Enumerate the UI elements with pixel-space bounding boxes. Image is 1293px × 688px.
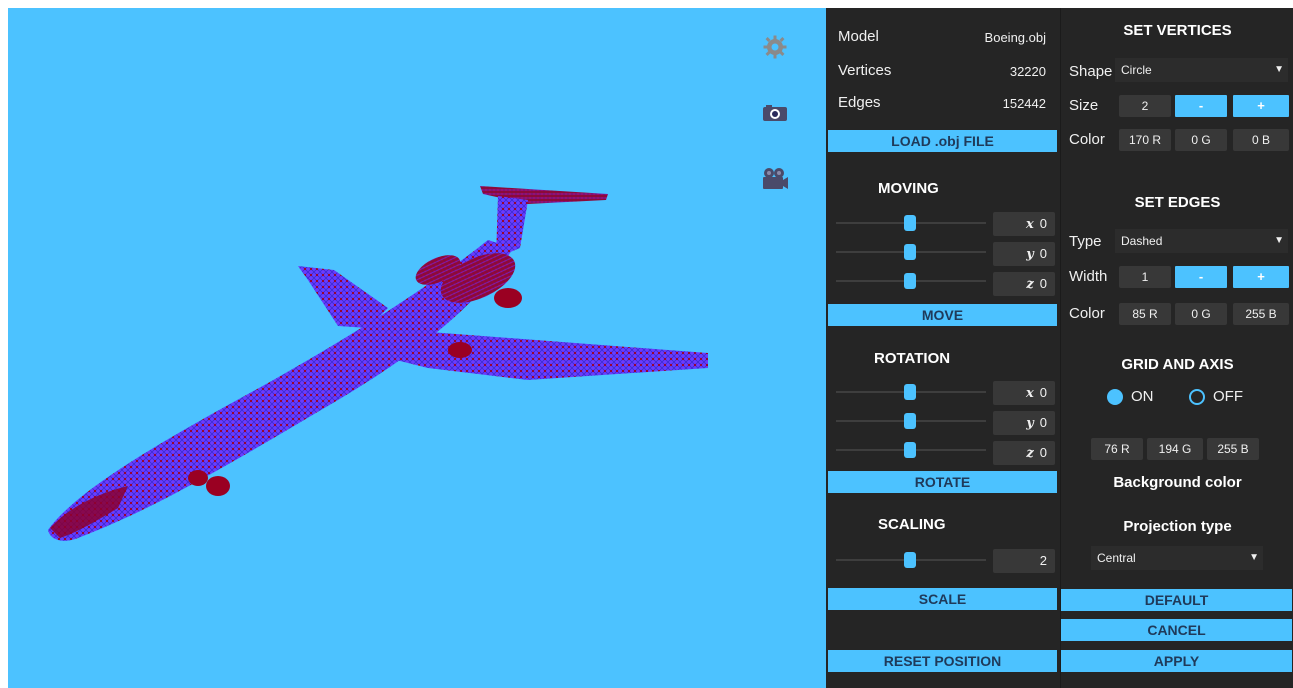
3d-viewport[interactable] <box>8 8 826 688</box>
set-edges-title: SET EDGES <box>1134 194 1221 211</box>
vertex-color-r[interactable]: 170 R <box>1119 129 1171 151</box>
rotate-button[interactable]: ROTATE <box>828 471 1057 493</box>
scaling-title: SCALING <box>878 516 946 533</box>
shape-label: Shape <box>1069 63 1113 80</box>
reset-position-button[interactable]: RESET POSITION <box>828 650 1057 672</box>
edge-color-label: Color <box>1069 305 1105 322</box>
edge-color-b[interactable]: 255 B <box>1233 303 1289 325</box>
size-increase-button[interactable]: + <box>1233 95 1289 117</box>
vertices-label: Vertices <box>838 62 892 79</box>
load-obj-button[interactable]: LOAD .obj FILE <box>828 130 1057 152</box>
scale-field[interactable]: 2 <box>993 549 1055 573</box>
shape-select[interactable]: Circle ▼ <box>1115 58 1288 82</box>
screenshot-button[interactable] <box>758 96 792 130</box>
move-x-slider[interactable] <box>836 215 986 231</box>
rotate-y-slider[interactable] <box>836 413 986 429</box>
model-value: Boeing.obj <box>984 30 1046 45</box>
edges-label: Edges <box>838 94 881 111</box>
gear-icon <box>763 35 787 59</box>
control-panel: Model Boeing.obj Vertices 32220 Edges 15… <box>826 8 1293 688</box>
cancel-button[interactable]: CANCEL <box>1061 619 1292 641</box>
width-value[interactable]: 1 <box>1119 266 1171 288</box>
rotation-title: ROTATION <box>874 350 951 367</box>
move-button[interactable]: MOVE <box>828 304 1057 326</box>
vertex-color-label: Color <box>1069 131 1105 148</box>
moving-title: MOVING <box>878 180 939 197</box>
width-label: Width <box>1069 268 1108 285</box>
rotate-y-field[interactable]: y0 <box>993 411 1055 435</box>
video-camera-icon <box>763 168 788 189</box>
vertex-color-g[interactable]: 0 G <box>1175 129 1227 151</box>
chevron-down-icon: ▼ <box>1274 64 1284 75</box>
move-z-field[interactable]: z0 <box>993 272 1055 296</box>
transform-column: Model Boeing.obj Vertices 32220 Edges 15… <box>826 8 1059 688</box>
type-label: Type <box>1069 233 1102 250</box>
vertices-value: 32220 <box>1009 64 1046 79</box>
rotate-z-field[interactable]: z0 <box>993 441 1055 465</box>
width-increase-button[interactable]: + <box>1233 266 1289 288</box>
grid-on-radio[interactable]: ON <box>1107 388 1154 405</box>
edge-color-r[interactable]: 85 R <box>1119 303 1171 325</box>
default-button[interactable]: DEFAULT <box>1061 589 1292 611</box>
move-x-field[interactable]: x0 <box>993 212 1055 236</box>
appearance-column: SET VERTICES Shape Circle ▼ Size 2 - + C… <box>1060 8 1293 688</box>
record-button[interactable] <box>758 162 792 196</box>
bg-color-r[interactable]: 76 R <box>1091 438 1143 460</box>
grid-off-radio[interactable]: OFF <box>1189 388 1243 405</box>
chevron-down-icon: ▼ <box>1249 552 1259 563</box>
model-label: Model <box>838 28 879 45</box>
apply-button[interactable]: APPLY <box>1061 650 1292 672</box>
width-decrease-button[interactable]: - <box>1175 266 1227 288</box>
radio-selected-icon <box>1107 388 1123 405</box>
radio-unselected-icon <box>1189 388 1205 405</box>
size-label: Size <box>1069 97 1099 114</box>
bg-color-b[interactable]: 255 B <box>1207 438 1259 460</box>
rotate-x-slider[interactable] <box>836 384 986 400</box>
edge-color-g[interactable]: 0 G <box>1175 303 1227 325</box>
scale-slider[interactable] <box>836 552 986 568</box>
background-color-label: Background color <box>1113 474 1242 491</box>
projection-select[interactable]: Central ▼ <box>1091 546 1263 570</box>
chevron-down-icon: ▼ <box>1274 235 1284 246</box>
move-y-field[interactable]: y0 <box>993 242 1055 266</box>
move-z-slider[interactable] <box>836 273 986 289</box>
move-y-slider[interactable] <box>836 244 986 260</box>
camera-icon <box>763 105 787 121</box>
projection-type-title: Projection type <box>1123 518 1232 535</box>
set-vertices-title: SET VERTICES <box>1123 22 1232 39</box>
size-decrease-button[interactable]: - <box>1175 95 1227 117</box>
vertex-color-b[interactable]: 0 B <box>1233 129 1289 151</box>
rotate-x-field[interactable]: x0 <box>993 381 1055 405</box>
settings-button[interactable] <box>758 30 792 64</box>
rotate-z-slider[interactable] <box>836 442 986 458</box>
edge-type-select[interactable]: Dashed ▼ <box>1115 229 1288 253</box>
airplane-model <box>48 186 708 541</box>
bg-color-g[interactable]: 194 G <box>1147 438 1203 460</box>
edges-value: 152442 <box>1002 96 1046 111</box>
size-value[interactable]: 2 <box>1119 95 1171 117</box>
scale-button[interactable]: SCALE <box>828 588 1057 610</box>
grid-axis-title: GRID AND AXIS <box>1121 356 1234 373</box>
